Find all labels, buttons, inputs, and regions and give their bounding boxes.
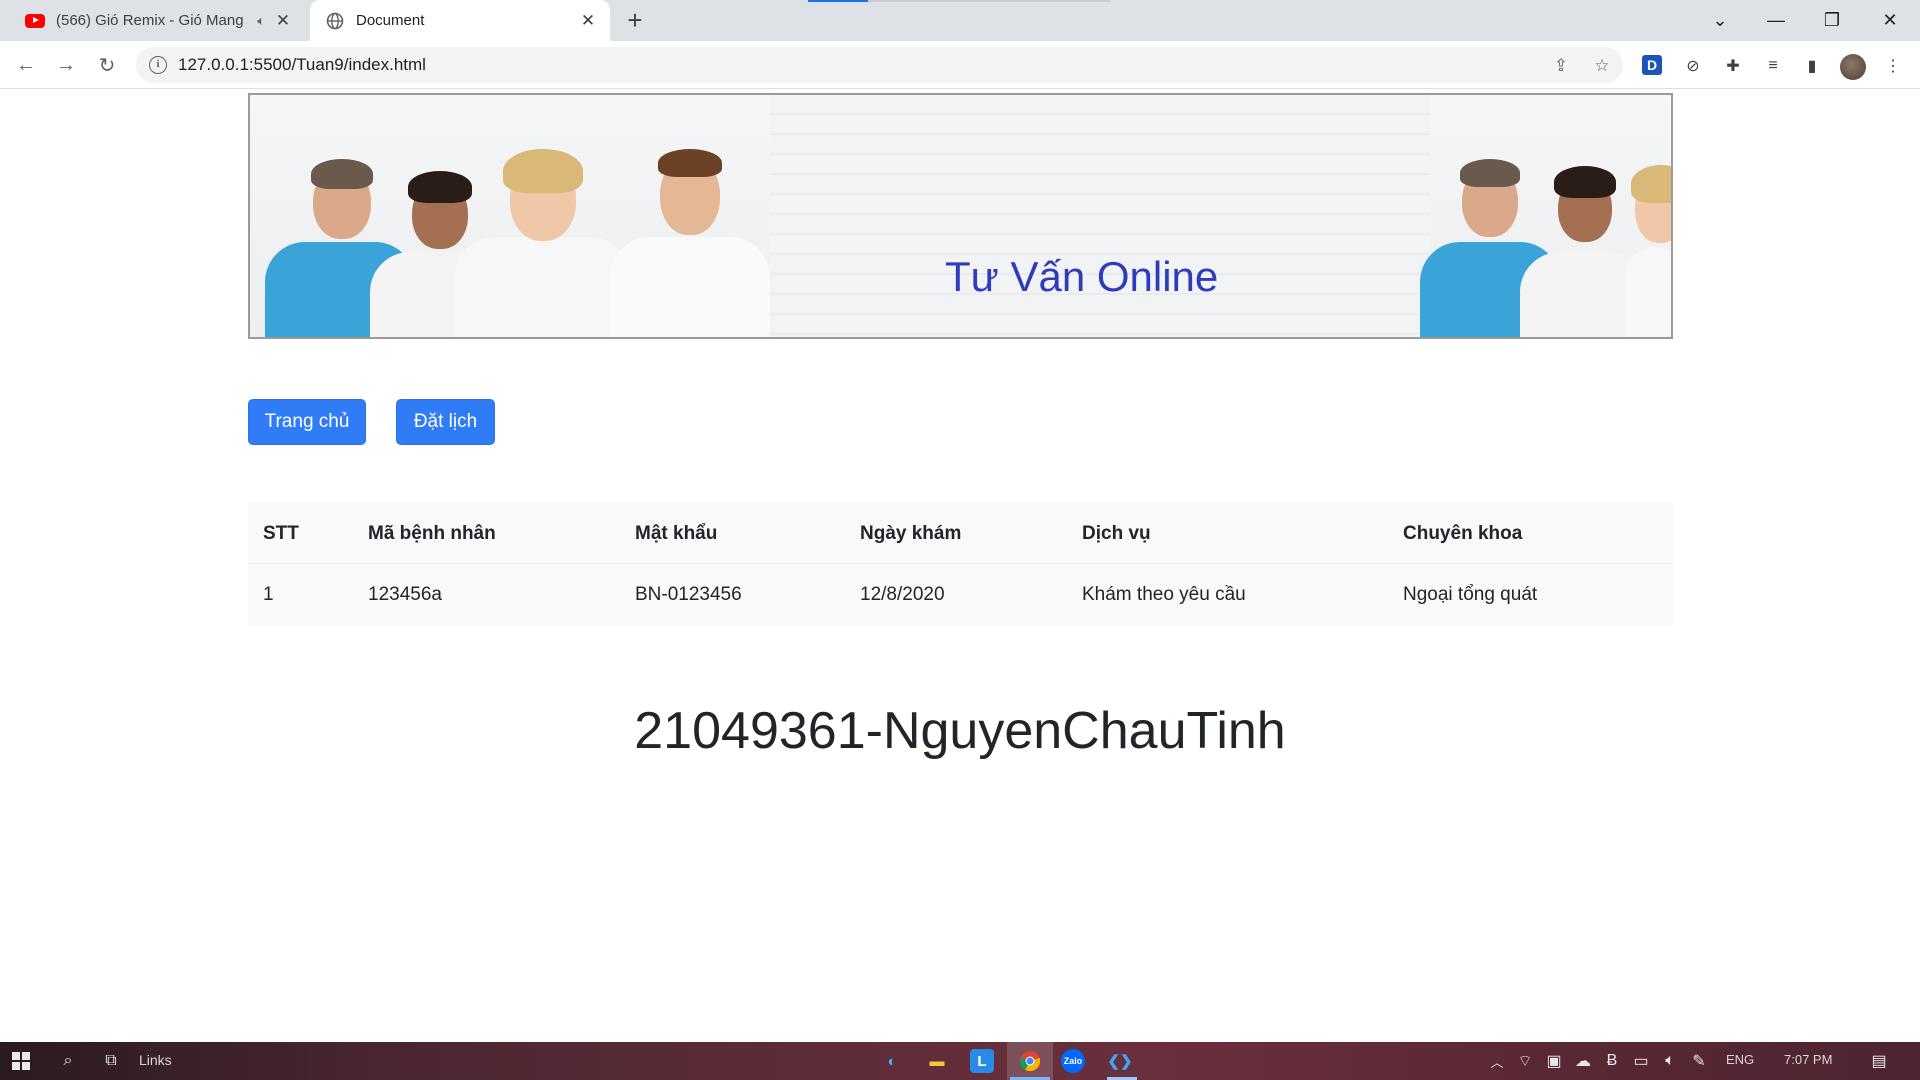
taskbar-links-label[interactable]: Links [139, 1052, 172, 1068]
site-info-icon[interactable]: i [149, 56, 167, 74]
profile-avatar[interactable] [1840, 54, 1866, 80]
tab-strip-accent [808, 0, 868, 2]
chrome-icon[interactable] [1015, 1046, 1045, 1076]
banner-title: Tư Vấn Online [945, 253, 1219, 300]
tab-youtube[interactable]: (566) Gió Remix - Gió Mang 🔈︎ ✕ [12, 0, 305, 41]
media-control-icon[interactable]: ≡ [1762, 55, 1784, 77]
column-header: STT [263, 523, 299, 544]
address-bar[interactable]: i 127.0.0.1:5500/Tuan9/index.html ⇪ ☆ [136, 47, 1623, 83]
doctor-image [455, 127, 630, 337]
home-button[interactable]: Trang chủ [248, 399, 366, 445]
extensions-puzzle-icon[interactable]: ✚ [1722, 55, 1744, 77]
table-cell: 123456a [368, 584, 442, 605]
tab-title: Document [356, 12, 425, 29]
new-tab-button[interactable]: + [620, 6, 650, 36]
extension-d-icon[interactable]: D [1642, 55, 1662, 75]
header-banner: Tư Vấn Online [248, 93, 1673, 339]
vscode-icon[interactable]: ❮❯ [1105, 1046, 1135, 1076]
table-header-row: STT Mã bệnh nhân Mật khẩu Ngày khám Dịch… [248, 503, 1673, 564]
zalo-icon[interactable]: Zalo [1061, 1049, 1085, 1073]
browser-toolbar: ← → ↻ i 127.0.0.1:5500/Tuan9/index.html … [0, 41, 1920, 89]
doctor-image [610, 127, 770, 337]
youtube-icon [25, 11, 45, 31]
table-cell: 12/8/2020 [860, 584, 945, 605]
menu-kebab-icon[interactable]: ⋮ [1882, 55, 1904, 77]
patient-table: STT Mã bệnh nhân Mật khẩu Ngày khám Dịch… [248, 503, 1673, 625]
table-cell: 1 [263, 584, 274, 605]
page-content: Tư Vấn Online Trang chủ Đặt lịch STT Mã … [0, 89, 1920, 1042]
student-id-heading: 21049361-NguyenChauTinh [634, 702, 1286, 760]
l-app-icon[interactable]: L [970, 1049, 994, 1073]
language-indicator[interactable]: ENG [1726, 1052, 1754, 1067]
minimize-icon[interactable]: — [1748, 0, 1804, 41]
tab-search-icon[interactable]: ⌄ [1692, 0, 1748, 41]
close-tab-icon[interactable]: ✕ [578, 11, 598, 31]
tab-title: (566) Gió Remix - Gió Mang [56, 12, 244, 29]
table-row: 1 123456a BN-0123456 12/8/2020 Khám theo… [248, 564, 1673, 625]
tab-document[interactable]: Document ✕ [310, 0, 610, 41]
globe-icon [325, 11, 345, 31]
onedrive-icon[interactable]: ☁ [1570, 1048, 1596, 1074]
bookmark-star-icon[interactable]: ☆ [1591, 56, 1613, 76]
clock[interactable]: 7:07 PM [1784, 1052, 1832, 1067]
column-header: Dịch vụ [1082, 523, 1151, 544]
battery-icon[interactable]: ▭ [1628, 1048, 1654, 1074]
side-panel-icon[interactable]: ▮ [1801, 55, 1823, 77]
table-cell: Ngoại tổng quát [1403, 584, 1538, 605]
close-window-icon[interactable]: ✕ [1862, 0, 1918, 41]
forward-icon[interactable]: → [50, 49, 82, 81]
volume-icon[interactable]: 🔈︎ [1657, 1048, 1683, 1074]
edge-icon[interactable]: ◐ [877, 1046, 907, 1076]
table-cell: BN-0123456 [635, 584, 742, 605]
close-tab-icon[interactable]: ✕ [273, 11, 293, 31]
tab-strip-divider [868, 0, 1110, 2]
task-view-icon[interactable]: ⧉ [98, 1048, 124, 1074]
column-header: Mật khẩu [635, 523, 718, 544]
notification-icon[interactable]: ▤ [1866, 1048, 1892, 1074]
restore-icon[interactable]: ❐ [1804, 0, 1860, 41]
reload-icon[interactable]: ↻ [91, 49, 123, 81]
windows-start-icon[interactable] [8, 1048, 34, 1074]
speaker-icon[interactable]: 🔈︎ [257, 13, 265, 29]
bluetooth-icon[interactable]: Ƀ [1599, 1048, 1625, 1074]
pen-icon[interactable]: ✎ [1686, 1048, 1712, 1074]
tab-strip: (566) Gió Remix - Gió Mang 🔈︎ ✕ Document… [0, 0, 1920, 41]
column-header: Chuyên khoa [1403, 523, 1523, 544]
network-icon[interactable]: ⌔ [1512, 1048, 1538, 1074]
search-icon[interactable]: ⌕ [55, 1048, 81, 1074]
booking-button[interactable]: Đặt lịch [396, 399, 495, 445]
column-header: Mã bệnh nhân [368, 523, 496, 544]
url-text[interactable]: 127.0.0.1:5500/Tuan9/index.html [178, 55, 426, 75]
battery-saver-icon[interactable]: ▣ [1541, 1048, 1567, 1074]
back-icon[interactable]: ← [10, 49, 42, 81]
doctor-image [1625, 147, 1671, 337]
extension-compass-icon[interactable]: ⊘ [1682, 55, 1704, 77]
table-cell: Khám theo yêu cầu [1082, 584, 1246, 605]
windows-taskbar: ⌕ ⧉ Links ◐ ▬ L Zalo ❮❯ ︿ ⌔ ▣ ☁ Ƀ ▭ 🔈︎ ✎… [0, 1042, 1920, 1080]
file-explorer-icon[interactable]: ▬ [922, 1046, 952, 1076]
show-hidden-icons-icon[interactable]: ︿ [1484, 1048, 1510, 1074]
column-header: Ngày khám [860, 523, 962, 544]
share-icon[interactable]: ⇪ [1550, 56, 1572, 76]
